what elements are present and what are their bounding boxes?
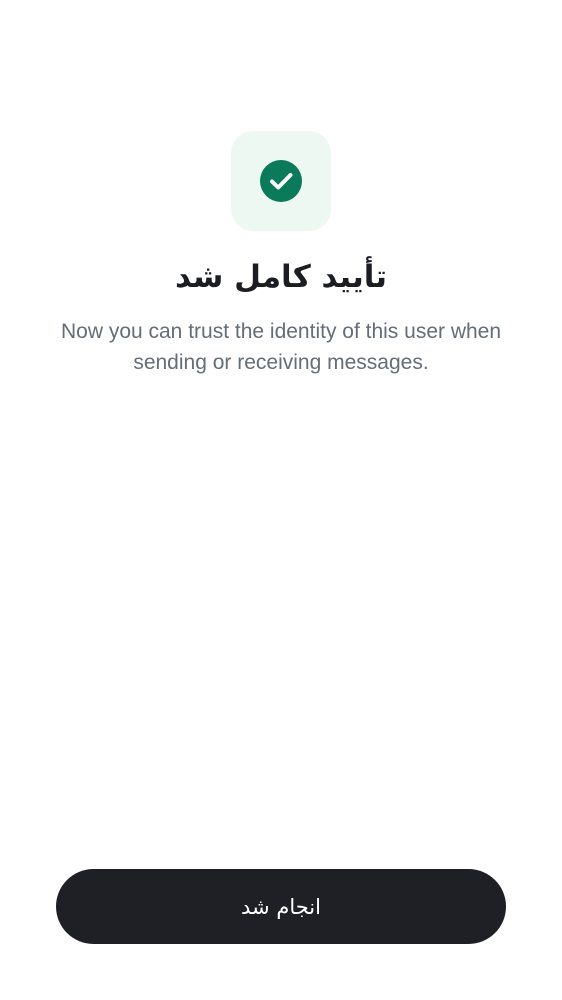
page-subtitle: Now you can trust the identity of this u… [60,320,502,374]
check-circle-icon [260,160,302,202]
done-button[interactable]: انجام شد [56,869,506,944]
page-title: تأیید کامل شد [175,259,387,295]
success-icon-tile [231,131,331,231]
